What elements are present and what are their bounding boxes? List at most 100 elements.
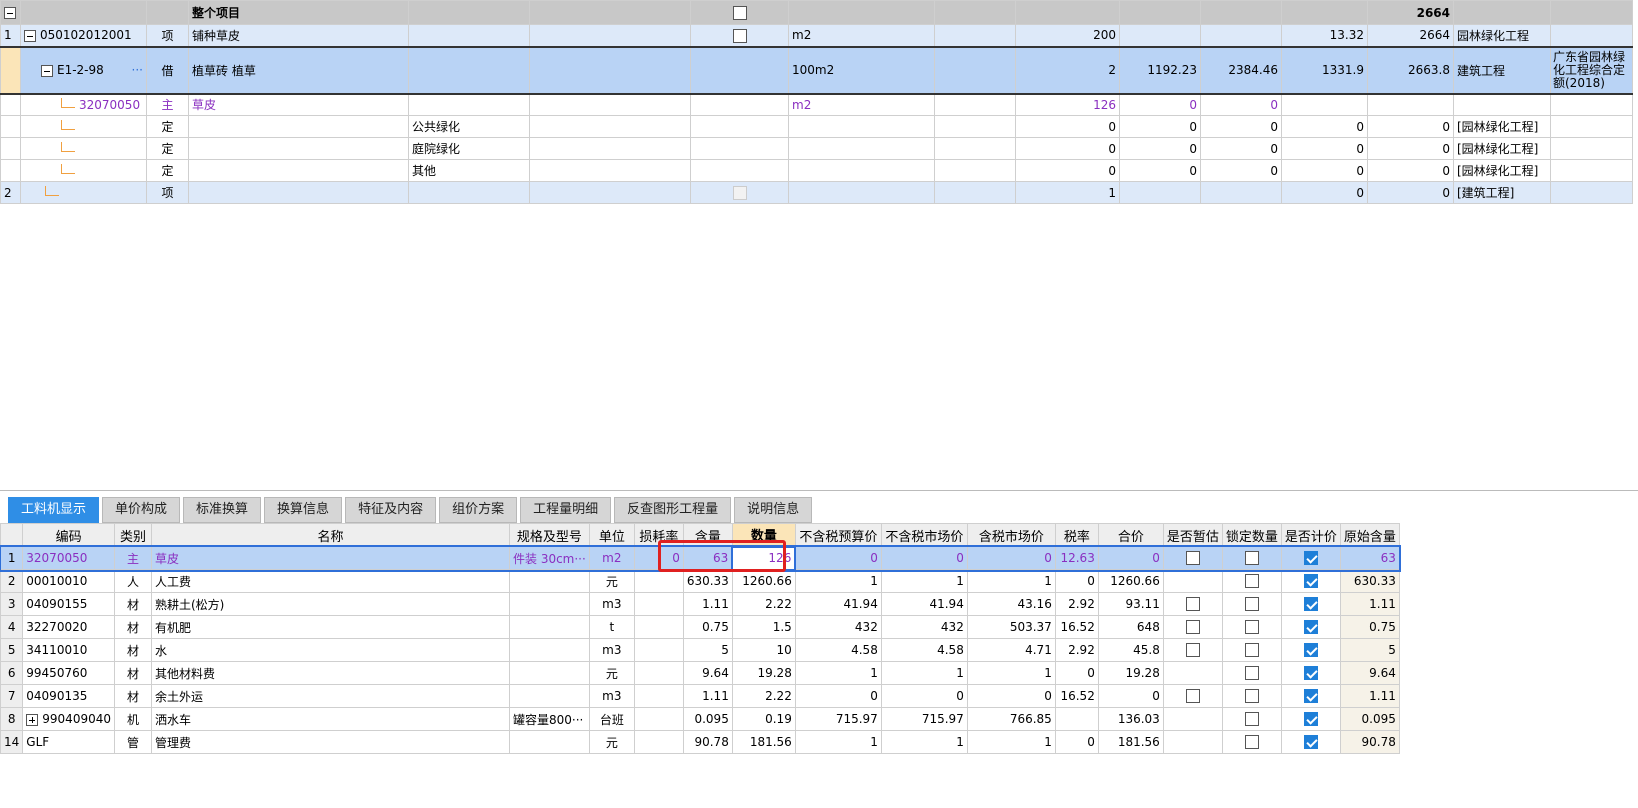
resource-market-price[interactable]: 715.97 (880, 707, 968, 731)
header-market-price-incl-tax[interactable]: 含税市场价 (966, 523, 1056, 547)
project-header-row[interactable]: 整个项目 2664 (0, 0, 1633, 25)
collapse-icon[interactable] (41, 64, 53, 77)
resource-unit[interactable]: 元 (588, 569, 635, 593)
lock-quantity-checkbox[interactable] (1244, 620, 1259, 635)
resource-quantity[interactable]: 0.19 (731, 707, 796, 731)
resource-content[interactable]: 0.75 (682, 615, 733, 639)
resource-tax-rate[interactable]: 12.63 (1054, 546, 1099, 570)
resource-category[interactable]: 材 (114, 661, 152, 685)
resource-name[interactable]: 人工费 (151, 569, 510, 593)
header-unit[interactable]: 单位 (588, 523, 635, 547)
resource-code[interactable]: 990409040 (42, 712, 111, 726)
resource-unit[interactable]: m3 (588, 684, 635, 708)
resource-category[interactable]: 主 (114, 546, 152, 570)
tab-features-content[interactable]: 特征及内容 (345, 497, 437, 523)
provisional-checkbox[interactable] (1185, 689, 1200, 704)
resource-spec[interactable] (509, 661, 590, 685)
provisional-checkbox[interactable] (1185, 597, 1200, 612)
resource-tax-rate[interactable] (1054, 707, 1099, 731)
resource-market-price[interactable]: 0 (880, 684, 968, 708)
collapse-icon[interactable] (4, 7, 16, 19)
tab-quantity-details[interactable]: 工程量明细 (520, 497, 612, 523)
resource-content[interactable]: 5 (682, 638, 733, 662)
lock-quantity-checkbox[interactable] (1244, 712, 1259, 727)
checkbox[interactable] (732, 28, 747, 43)
resource-spec[interactable] (509, 592, 590, 616)
resource-tax-rate[interactable]: 0 (1054, 730, 1099, 754)
resource-quantity[interactable]: 10 (731, 638, 796, 662)
resource-market-price-incl-tax[interactable]: 1 (966, 661, 1056, 685)
resource-budget-price[interactable]: 1 (794, 661, 882, 685)
resource-spec[interactable]: 罐容量800··· (509, 707, 590, 731)
lock-quantity-checkbox[interactable] (1244, 574, 1259, 589)
table-row[interactable]: 6 99450760 材 其他材料费 元 9.64 19.28 1 1 1 0 … (0, 661, 1400, 685)
resource-quantity[interactable]: 19.28 (731, 661, 796, 685)
resource-tax-rate[interactable]: 2.92 (1054, 638, 1099, 662)
resource-code[interactable]: 34110010 (22, 638, 115, 662)
header-loss-rate[interactable]: 损耗率 (633, 523, 684, 547)
header-total[interactable]: 合价 (1097, 523, 1164, 547)
resource-budget-price[interactable]: 1 (794, 730, 882, 754)
resource-loss-rate[interactable]: 0 (633, 546, 684, 570)
resource-market-price[interactable]: 432 (880, 615, 968, 639)
table-row[interactable]: 14 GLF 管 管理费 元 90.78 181.56 1 1 1 0 181.… (0, 730, 1400, 754)
resource-market-price-incl-tax[interactable]: 503.37 (966, 615, 1056, 639)
resource-market-price-incl-tax[interactable]: 1 (966, 730, 1056, 754)
resource-unit[interactable]: m2 (588, 546, 635, 570)
header-content[interactable]: 含量 (682, 523, 733, 547)
resource-unit[interactable]: 元 (588, 661, 635, 685)
table-row[interactable]: 1 050102012001 项 铺种草皮 m2 200 13.32 2664 … (0, 24, 1633, 47)
table-row-selected[interactable]: E1-2-98 ··· 借 植草砖 植草 100m2 2 1192.23 2384… (0, 45, 1633, 95)
tab-labor-material-machine[interactable]: 工料机显示 (8, 497, 100, 523)
table-row[interactable]: 7 04090135 材 余土外运 m3 1.11 2.22 0 0 0 16.… (0, 684, 1400, 708)
resource-content[interactable]: 63 (682, 546, 733, 570)
resource-category[interactable]: 材 (114, 592, 152, 616)
header-spec[interactable]: 规格及型号 (509, 523, 590, 547)
resource-market-price[interactable]: 4.58 (880, 638, 968, 662)
resource-budget-price[interactable]: 0 (794, 684, 882, 708)
resource-tax-rate[interactable]: 16.52 (1054, 615, 1099, 639)
lock-quantity-checkbox[interactable] (1244, 689, 1259, 704)
resource-name[interactable]: 管理费 (151, 730, 510, 754)
more-button[interactable]: ··· (132, 63, 143, 77)
resource-unit[interactable]: 元 (588, 730, 635, 754)
header-lock-quantity[interactable]: 锁定数量 (1221, 523, 1282, 547)
tab-pricing-scheme[interactable]: 组价方案 (439, 497, 518, 523)
header-original-content[interactable]: 原始含量 (1339, 523, 1400, 547)
lock-quantity-checkbox[interactable] (1244, 643, 1259, 658)
resource-name[interactable]: 洒水车 (151, 707, 510, 731)
checkbox[interactable] (732, 5, 747, 20)
resource-content[interactable]: 90.78 (682, 730, 733, 754)
resource-spec[interactable] (509, 730, 590, 754)
table-row[interactable]: 定 公共绿化 0 0 0 0 0 [园林绿化工程] (0, 115, 1633, 138)
resource-code[interactable]: GLF (22, 730, 115, 754)
header-name[interactable]: 名称 (151, 523, 510, 547)
resource-loss-rate[interactable] (633, 638, 684, 662)
resource-budget-price[interactable]: 0 (794, 546, 882, 570)
resource-quantity[interactable]: 2.22 (731, 684, 796, 708)
header-market-price-excl-tax[interactable]: 不含税市场价 (880, 523, 968, 547)
resource-code[interactable]: 00010010 (22, 569, 115, 593)
resource-unit[interactable]: t (588, 615, 635, 639)
collapse-icon[interactable] (24, 29, 36, 42)
resource-market-price-incl-tax[interactable]: 766.85 (966, 707, 1056, 731)
resource-unit[interactable]: 台班 (588, 707, 635, 731)
provisional-checkbox[interactable] (1185, 620, 1200, 635)
resource-code[interactable]: 99450760 (22, 661, 115, 685)
resource-name[interactable]: 草皮 (151, 546, 510, 570)
resource-loss-rate[interactable] (633, 661, 684, 685)
resource-category[interactable]: 材 (114, 638, 152, 662)
resource-market-price[interactable]: 1 (880, 661, 968, 685)
resource-market-price-incl-tax[interactable]: 1 (966, 569, 1056, 593)
resource-market-price-incl-tax[interactable]: 0 (966, 684, 1056, 708)
resource-name[interactable]: 熟耕土(松方) (151, 592, 510, 616)
resource-name[interactable]: 其他材料费 (151, 661, 510, 685)
resource-loss-rate[interactable] (633, 684, 684, 708)
lock-quantity-checkbox[interactable] (1244, 666, 1259, 681)
resource-loss-rate[interactable] (633, 569, 684, 593)
is-priced-checkbox[interactable] (1303, 712, 1318, 727)
resource-market-price-incl-tax[interactable]: 0 (966, 546, 1056, 570)
resource-content[interactable]: 1.11 (682, 592, 733, 616)
resource-code[interactable]: 32270020 (22, 615, 115, 639)
resource-loss-rate[interactable] (633, 592, 684, 616)
